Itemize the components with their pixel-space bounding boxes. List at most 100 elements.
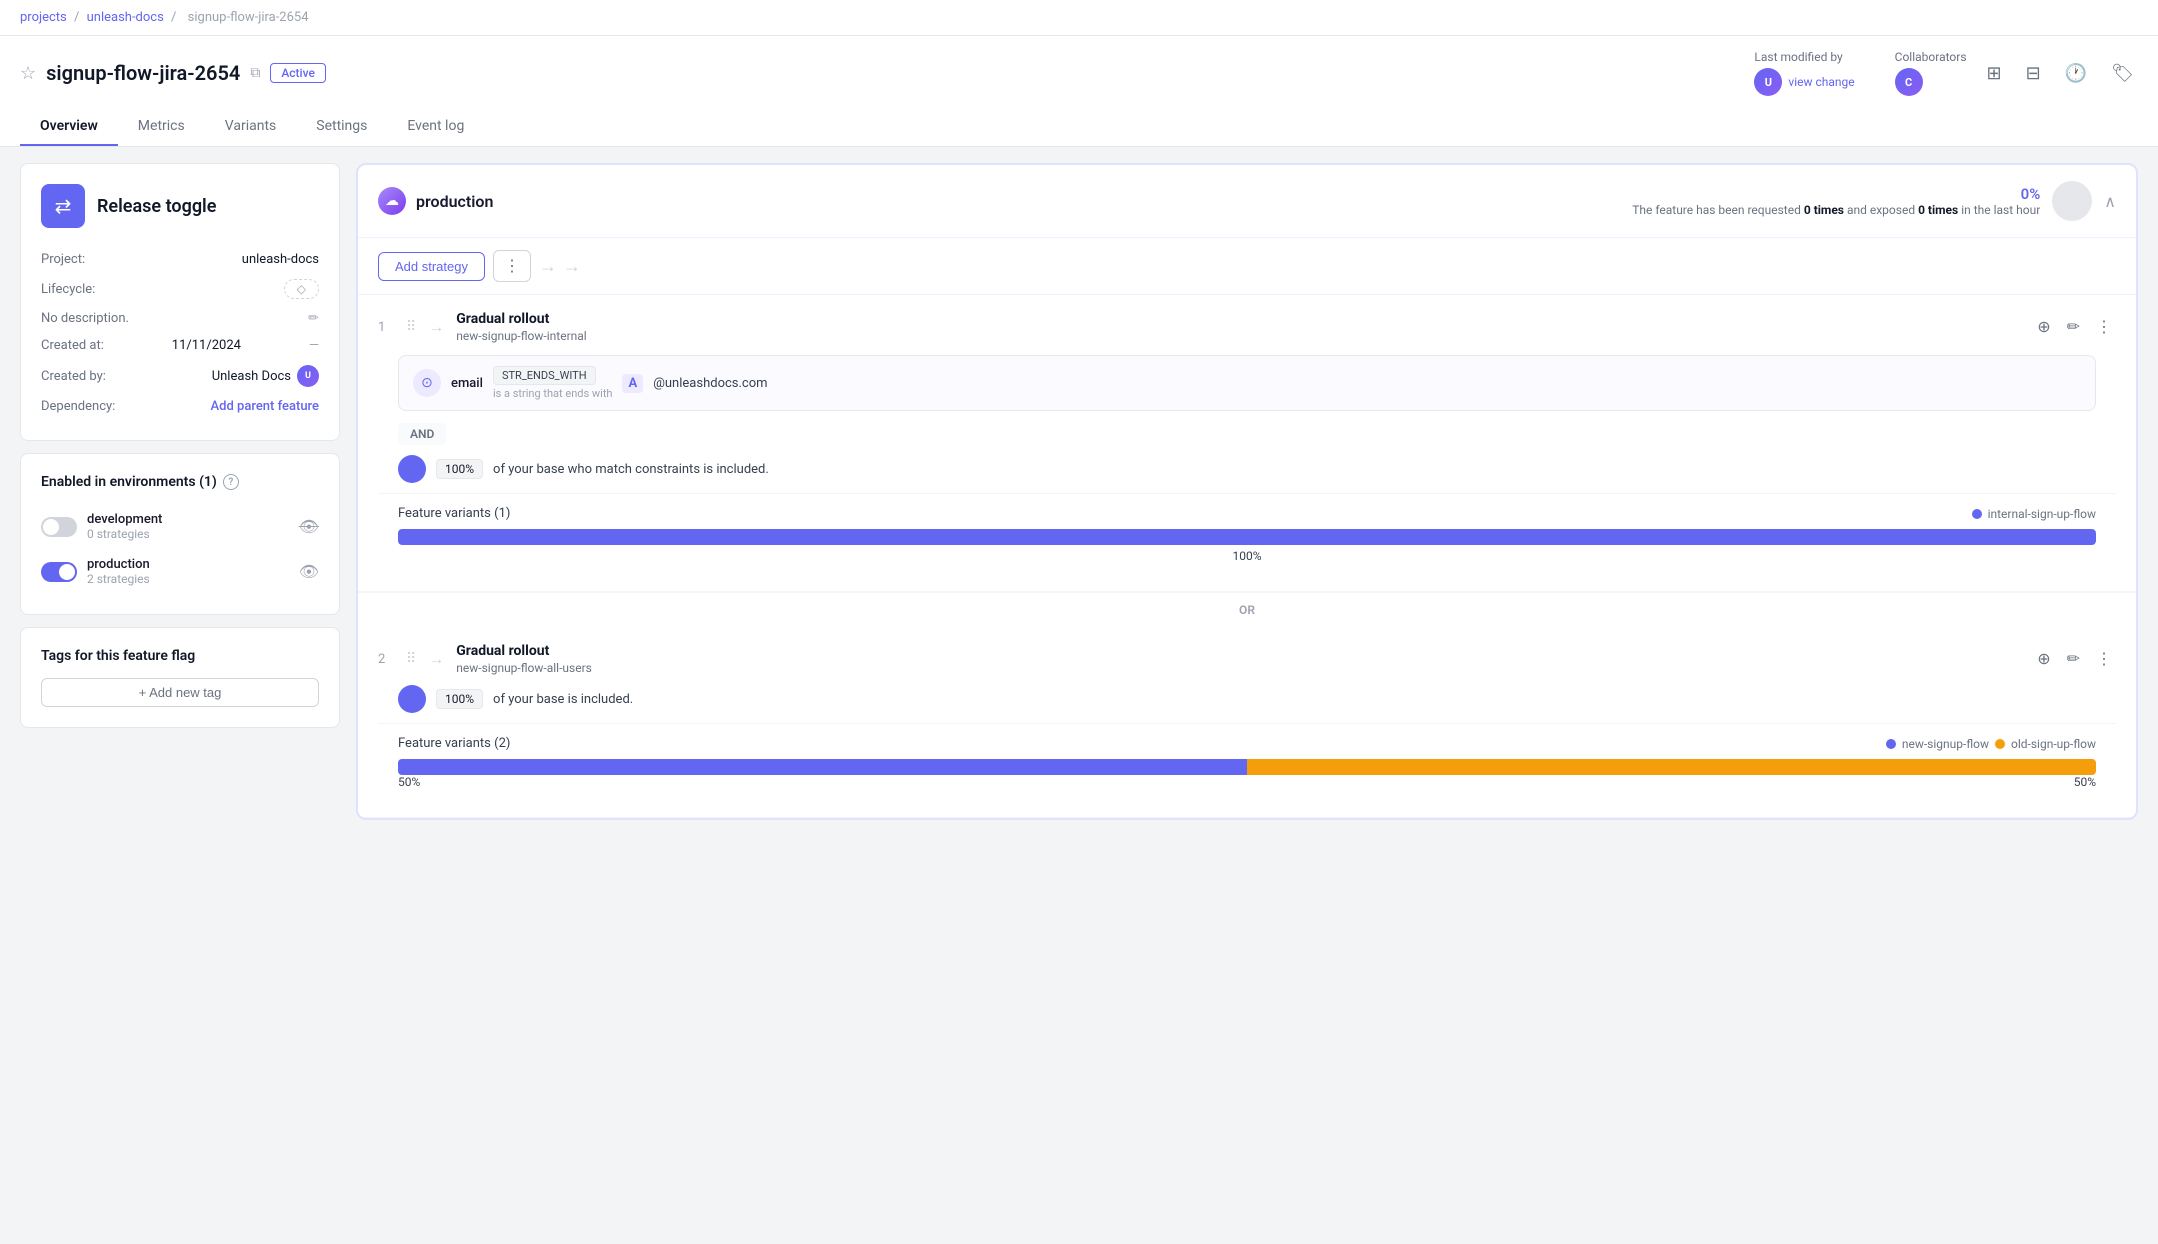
strategy-actions: Add strategy ⋮ → →: [358, 238, 2136, 295]
variant-legend-2: new-signup-flow old-sign-up-flow: [1886, 737, 2096, 751]
import-icon[interactable]: ⊞: [1983, 59, 2006, 88]
tab-event-log[interactable]: Event log: [387, 108, 484, 146]
variants-label-2: Feature variants (2): [398, 736, 510, 751]
edit-description-icon[interactable]: ✏: [308, 311, 319, 326]
dependency-label: Dependency:: [41, 399, 115, 414]
collaborators-section: Collaborators C: [1895, 50, 1967, 96]
request-info: The feature has been requested 0 times a…: [1632, 203, 2040, 217]
variant-legend-1: internal-sign-up-flow: [1972, 507, 2096, 521]
lifecycle-label: Lifecycle:: [41, 282, 95, 297]
created-by-label: Created by:: [41, 369, 106, 384]
strategy-1-header: 1 ⠿ → Gradual rollout new-signup-flow-in…: [378, 311, 2116, 343]
legend-name-internal: internal-sign-up-flow: [1988, 507, 2096, 521]
environments-card: Enabled in environments (1) ? developmen…: [20, 453, 340, 615]
strategy-2-sub: new-signup-flow-all-users: [456, 661, 2021, 675]
lifecycle-box: ◇: [284, 279, 319, 299]
environments-help-icon[interactable]: ?: [223, 474, 239, 490]
add-tag-button[interactable]: + Add new tag: [41, 678, 319, 707]
page-title: signup-flow-jira-2654: [46, 61, 240, 85]
more-options-button[interactable]: ⋮: [493, 250, 531, 282]
constraint-icon: ⊙: [413, 369, 441, 397]
collaborators-label: Collaborators: [1895, 50, 1967, 64]
tab-overview[interactable]: Overview: [20, 108, 118, 146]
rollout-pct-1: 100%: [436, 459, 483, 479]
progress-bar-1: [398, 529, 2096, 545]
star-icon[interactable]: ☆: [20, 63, 36, 84]
strategy-1-more-icon[interactable]: ⋮: [2092, 313, 2116, 341]
development-strategies: 0 strategies: [87, 527, 162, 541]
strategy-2-add-icon[interactable]: ⊕: [2033, 645, 2054, 673]
strategy-2-num: 2: [378, 652, 394, 667]
tab-settings[interactable]: Settings: [296, 108, 387, 146]
development-env-name: development: [87, 512, 162, 527]
tab-variants[interactable]: Variants: [205, 108, 297, 146]
add-strategy-button[interactable]: Add strategy: [378, 252, 485, 281]
constraint-value: @unleashdocs.com: [653, 376, 767, 391]
collapse-icon[interactable]: ∧: [2104, 192, 2116, 211]
development-visibility-icon[interactable]: 👁: [299, 517, 319, 536]
drag-handle-icon-2[interactable]: ⠿: [406, 651, 416, 667]
breadcrumb-unleash-docs[interactable]: unleash-docs: [87, 10, 164, 25]
env-row-development: development 0 strategies 👁: [41, 504, 319, 549]
arrow-left-icon[interactable]: →: [539, 256, 557, 277]
last-modified-label: Last modified by: [1754, 50, 1854, 64]
toggle-info-card: ⇄ Release toggle Project: unleash-docs L…: [20, 163, 340, 441]
dependency-row: Dependency: Add parent feature: [41, 393, 319, 420]
legend-dot-new: [1886, 739, 1896, 749]
bar-label-center-1: 100%: [1232, 549, 1261, 563]
strategy-row-2: 2 ⠿ → Gradual rollout new-signup-flow-al…: [358, 627, 2136, 818]
production-toggle[interactable]: [41, 562, 77, 582]
strategy-1-info: Gradual rollout new-signup-flow-internal: [456, 311, 2021, 343]
development-toggle[interactable]: [41, 517, 77, 537]
strategy-2-more-icon[interactable]: ⋮: [2092, 645, 2116, 673]
progress-labels-1: 100%: [398, 549, 2096, 563]
copy-icon[interactable]: ⧉: [250, 65, 260, 81]
production-visibility-icon[interactable]: 👁: [299, 562, 319, 581]
created-at-action-icon[interactable]: —: [309, 338, 319, 353]
rollout-circle-icon-2: [398, 685, 426, 713]
strategy-2-header: 2 ⠿ → Gradual rollout new-signup-flow-al…: [378, 643, 2116, 675]
strategy-2-buttons: ⊕ ✏ ⋮: [2033, 645, 2116, 673]
split-labels-2: 50% 50%: [398, 775, 2096, 789]
view-change-link[interactable]: view change: [1788, 75, 1854, 89]
strategy-2-arrow-icon: →: [428, 649, 444, 669]
toggle-type-icon: ⇄: [41, 184, 85, 228]
rollout-pct-2: 100%: [436, 689, 483, 709]
main-content: ☁ production 0% The feature has been req…: [356, 163, 2138, 1215]
split-label-left: 50%: [398, 775, 420, 789]
strategy-1-edit-icon[interactable]: ✏: [2063, 313, 2084, 341]
legend-dot-old: [1995, 739, 2005, 749]
tag-icon[interactable]: 🏷: [2107, 59, 2138, 88]
production-panel: ☁ production 0% The feature has been req…: [356, 163, 2138, 820]
environments-title: Enabled in environments (1) ?: [41, 474, 319, 490]
main-layout: ⇄ Release toggle Project: unleash-docs L…: [0, 147, 2158, 1231]
project-value: unleash-docs: [242, 252, 319, 267]
add-parent-feature-link[interactable]: Add parent feature: [211, 399, 319, 414]
strategy-1-name: Gradual rollout: [456, 311, 2021, 327]
tab-metrics[interactable]: Metrics: [118, 108, 205, 146]
header-bar: ☆ signup-flow-jira-2654 ⧉ Active Last mo…: [0, 36, 2158, 147]
modifier-avatar: U: [1754, 68, 1782, 96]
strategy-1-sub: new-signup-flow-internal: [456, 329, 2021, 343]
breadcrumb-projects[interactable]: projects: [20, 10, 67, 25]
split-label-right: 50%: [2074, 775, 2096, 789]
env-row-production: production 2 strategies 👁: [41, 549, 319, 594]
strategy-2-name: Gradual rollout: [456, 643, 2021, 659]
strategy-2-edit-icon[interactable]: ✏: [2063, 645, 2084, 673]
rollout-row-1: 100% of your base who match constraints …: [398, 455, 2096, 483]
sidebar: ⇄ Release toggle Project: unleash-docs L…: [20, 163, 340, 1215]
tags-title: Tags for this feature flag: [41, 648, 319, 664]
rollout-row-2: 100% of your base is included.: [398, 685, 2096, 713]
export-icon[interactable]: ⊟: [2022, 59, 2045, 88]
arrow-right-icon[interactable]: →: [563, 256, 581, 277]
breadcrumb: projects / unleash-docs / signup-flow-ji…: [0, 0, 2158, 36]
drag-handle-icon[interactable]: ⠿: [406, 319, 416, 335]
breadcrumb-current: signup-flow-jira-2654: [188, 10, 309, 25]
clock-icon[interactable]: 🕐: [2061, 59, 2091, 88]
strategy-1-add-icon[interactable]: ⊕: [2033, 313, 2054, 341]
and-label-1: AND: [378, 423, 2116, 445]
created-at-row: Created at: 11/11/2024 —: [41, 332, 319, 359]
toggle-title: Release toggle: [97, 196, 216, 217]
collaborator-avatar: C: [1895, 68, 1923, 96]
strategy-row-1: 1 ⠿ → Gradual rollout new-signup-flow-in…: [358, 295, 2136, 592]
